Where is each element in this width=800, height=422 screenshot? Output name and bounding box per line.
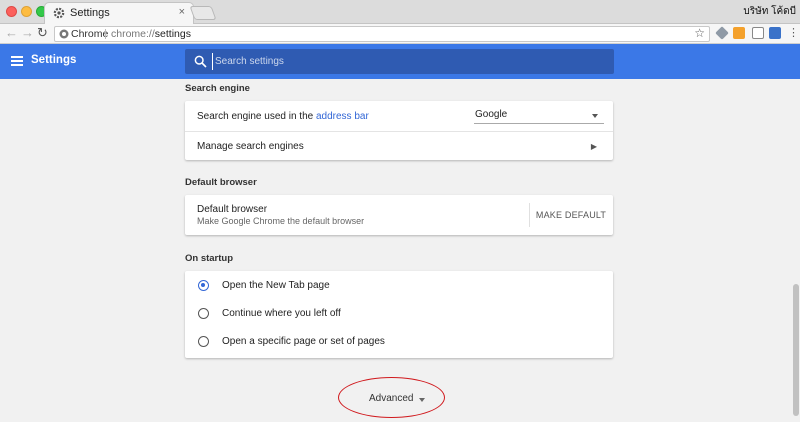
extension-icon-4[interactable]: [769, 27, 781, 39]
startup-option-specific-pages[interactable]: Open a specific page or set of pages: [185, 328, 613, 357]
hamburger-menu-icon[interactable]: [11, 56, 23, 66]
search-input[interactable]: [212, 53, 602, 70]
chrome-menu-icon[interactable]: ⋮: [788, 26, 799, 40]
search-engine-label: Search engine used in the address bar: [197, 111, 369, 122]
on-startup-card: Open the New Tab page Continue where you…: [185, 271, 613, 358]
tab-settings[interactable]: Settings ×: [44, 2, 194, 24]
search-icon: [194, 55, 207, 68]
tab-title: Settings: [70, 7, 110, 19]
address-bar[interactable]: Chrome chrome://settings ☆: [54, 26, 710, 42]
chevron-down-icon[interactable]: [419, 398, 425, 402]
scrollbar-thumb[interactable]: [793, 284, 799, 416]
default-browser-subtitle: Make Google Chrome the default browser: [197, 216, 365, 226]
address-bar-link[interactable]: address bar: [316, 111, 369, 122]
section-title-on-startup: On startup: [185, 253, 234, 264]
extension-icon-2[interactable]: [733, 27, 745, 39]
startup-option-continue[interactable]: Continue where you left off: [185, 300, 613, 329]
url-scheme: chrome://: [111, 28, 155, 40]
tab-strip: Settings × บริษัท โค้ดบี: [0, 0, 800, 24]
default-browser-title: Default browser: [197, 204, 268, 215]
default-browser-card: Default browser Make Google Chrome the d…: [185, 195, 613, 235]
make-default-button[interactable]: MAKE DEFAULT: [533, 204, 609, 226]
radio-unchecked[interactable]: [198, 308, 209, 319]
url-path: settings: [154, 28, 191, 40]
extension-icon-1[interactable]: [715, 26, 729, 40]
tab-close-icon[interactable]: ×: [179, 6, 185, 18]
bookmark-star-icon[interactable]: ☆: [694, 26, 705, 40]
forward-arrow-icon[interactable]: →: [21, 26, 34, 40]
section-title-default-browser: Default browser: [185, 177, 257, 188]
page-title: Settings: [31, 54, 77, 66]
radio-unchecked[interactable]: [198, 336, 209, 347]
extension-icon-3[interactable]: [752, 27, 764, 39]
browser-toolbar: ← → ↻ Chrome chrome://settings ☆ ⋮: [0, 24, 800, 44]
settings-header: Settings: [0, 44, 800, 79]
section-title-search-engine: Search engine: [185, 83, 250, 94]
advanced-button[interactable]: Advanced: [369, 393, 413, 404]
reload-icon[interactable]: ↻: [37, 26, 48, 40]
dropdown-caret-icon: [592, 114, 598, 118]
omnibox-chip: Chrome: [71, 28, 109, 40]
url-text[interactable]: chrome://settings: [111, 28, 191, 40]
window-close-button[interactable]: [6, 6, 17, 17]
search-box[interactable]: [185, 49, 614, 74]
radio-label: Open a specific page or set of pages: [222, 336, 385, 347]
chevron-right-icon: ▶: [590, 142, 597, 151]
search-engine-card: Search engine used in the address bar Go…: [185, 101, 613, 160]
search-engine-select[interactable]: Google: [474, 108, 604, 124]
back-arrow-icon[interactable]: ←: [5, 26, 18, 40]
manage-search-engines-label: Manage search engines: [197, 141, 304, 152]
window-minimize-button[interactable]: [21, 6, 32, 17]
search-engine-selected: Google: [475, 109, 508, 120]
startup-option-new-tab[interactable]: Open the New Tab page: [185, 271, 613, 300]
search-engine-label-text: Search engine used in the: [197, 111, 316, 122]
radio-label: Open the New Tab page: [222, 280, 330, 291]
profile-name[interactable]: บริษัท โค้ดบี: [743, 4, 796, 19]
manage-search-engines-row[interactable]: Manage search engines ▶: [185, 132, 613, 160]
gear-icon: [53, 7, 65, 19]
radio-checked[interactable]: [198, 280, 209, 291]
search-engine-row: Search engine used in the address bar Go…: [185, 101, 613, 131]
new-tab-button[interactable]: [189, 6, 217, 20]
omnibox-separator: [105, 29, 106, 39]
chrome-icon: [59, 29, 69, 39]
radio-label: Continue where you left off: [222, 308, 341, 319]
vertical-divider: [529, 203, 530, 227]
scrollbar[interactable]: [792, 79, 800, 422]
